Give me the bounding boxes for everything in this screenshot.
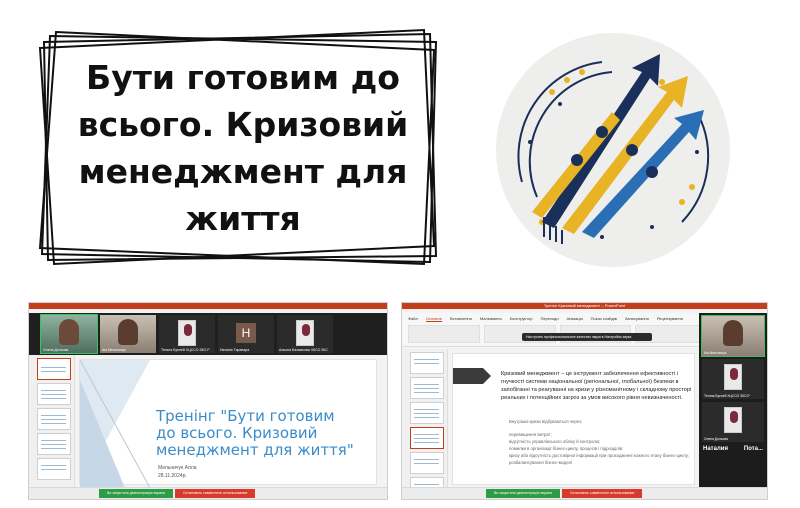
participant-name: Ala Мельничук	[704, 351, 727, 355]
tab-insert[interactable]: Вставлення	[450, 316, 472, 322]
app-title-bar: Тренінг Кризовий менеджмент – PowerPoint	[402, 303, 767, 309]
participant-name[interactable]: Пота...	[744, 446, 763, 452]
slide-date: 28.11.2024р.	[158, 473, 187, 479]
slide-thumbnail[interactable]	[410, 352, 444, 374]
participant-name: Олена Дольова	[43, 348, 69, 352]
growth-arrows-logo	[496, 33, 730, 267]
slide-canvas[interactable]: Тренінг "Бути готовим до всього. Кризови…	[79, 359, 377, 488]
share-controls: Ви запустили демонстрацію екрана Останов…	[99, 489, 256, 498]
slide-heading: Кризовий менеджмент – це інструмент забе…	[501, 371, 692, 401]
share-status: Ви запустили демонстрацію екрана	[486, 489, 560, 498]
slide-title: Тренінг "Бути готовим до всього. Кризови…	[156, 407, 354, 459]
participant-name: Ala Мельничук	[102, 348, 126, 352]
stop-share-button[interactable]: Остановить совместное использование	[174, 489, 256, 498]
slide-thumbnail[interactable]	[410, 402, 444, 424]
screenshot-powerpoint: Тренінг Кризовий менеджмент – PowerPoint…	[401, 302, 768, 500]
tab-design[interactable]: Конструктор	[510, 316, 533, 322]
body-item: відсутність управлінського обліку й конт…	[509, 439, 601, 444]
tab-review[interactable]: Рецензування	[657, 316, 683, 322]
participant-tile[interactable]: Тетяна Буєлей ХЦССО ЗКО.Р	[702, 359, 764, 399]
status-bar: Ви запустили демонстрацію екрана Останов…	[29, 487, 387, 499]
slide-decoration	[453, 368, 491, 384]
participants-panel: Ala Мельничук Тетяна Буєлей ХЦССО ЗКО.Р …	[699, 313, 767, 487]
window-title: Тренінг Кризовий менеджмент – PowerPoint	[543, 303, 626, 308]
tab-record[interactable]: Записування	[625, 316, 649, 322]
participant-tile[interactable]: Ala Мельничук	[100, 315, 156, 353]
participant-tile[interactable]: Ala Мельничук	[701, 315, 765, 357]
status-bar: Ви запустили демонстрацію екрана Останов…	[402, 487, 767, 499]
slide-thumbnails	[402, 349, 448, 499]
participant-name: Олена Дольова	[704, 437, 728, 441]
participant-name: Тетяна Буєлей ХЦССО ЗКО.Р	[161, 348, 210, 352]
participant-tile[interactable]: Олена Дольова	[702, 402, 764, 442]
tab-animations[interactable]: Анімація	[567, 316, 583, 322]
slide-thumbnail[interactable]	[410, 427, 444, 449]
body-item: перевищення витрат;	[509, 432, 552, 437]
tab-file[interactable]: Файл	[408, 316, 418, 322]
body-item: помилки в організації бізнес-циклу, проц…	[509, 446, 624, 451]
slide-thumbnail[interactable]	[37, 383, 71, 405]
participant-face	[723, 320, 743, 346]
participant-face	[118, 319, 138, 345]
page: Бути готовим до всього. Кризовий менеджм…	[0, 0, 800, 508]
participant-name: Тетяна Буєлей ХЦССО ЗКО.Р	[704, 394, 750, 398]
share-status: Ви запустили демонстрацію екрана	[99, 489, 173, 498]
audio-notice[interactable]: Настроить профессиональное качество звук…	[522, 333, 652, 341]
participant-photo	[724, 407, 742, 433]
participant-tile[interactable]: Тетяна Буєлей ХЦССО ЗКО.Р	[159, 315, 215, 353]
slide-body: Внутрішні кризи відбуваються через: пере…	[509, 418, 699, 466]
participant-tile[interactable]: Н Наталія Тарапара	[218, 315, 274, 353]
tab-draw[interactable]: Малювання	[480, 316, 502, 322]
stop-share-button[interactable]: Остановить совместное использование	[561, 489, 643, 498]
screenshot-zoom-slide: Олена Дольова Ala Мельничук Тетяна Буєле…	[28, 302, 388, 500]
participant-name: Альона Бахмасова ХКСО ЗКС	[279, 348, 328, 352]
participant-names-row: Наталия Пота...	[699, 442, 767, 452]
page-title: Бути готовим до всього. Кризовий менеджм…	[77, 58, 409, 238]
app-title-bar	[29, 303, 387, 309]
slide-thumbnail[interactable]	[37, 433, 71, 455]
participants-strip: Олена Дольова Ala Мельничук Тетяна Буєле…	[29, 313, 387, 355]
participant-name[interactable]: Наталия	[703, 446, 728, 452]
participant-photo	[178, 320, 196, 346]
slide-thumbnail[interactable]	[410, 377, 444, 399]
tab-transitions[interactable]: Переходи	[540, 316, 558, 322]
share-controls: Ви запустили демонстрацію екрана Останов…	[486, 489, 643, 498]
title-box: Бути готовим до всього. Кризовий менеджм…	[38, 28, 440, 266]
slide-canvas[interactable]: Кризовий менеджмент – це інструмент забе…	[452, 353, 695, 485]
participant-tile[interactable]: Олена Дольова	[40, 314, 98, 354]
participant-photo	[724, 364, 742, 390]
participant-face	[59, 319, 79, 345]
participant-name: Наталія Тарапара	[220, 348, 250, 352]
body-item: розбалансування бізнес-моделі	[509, 460, 573, 465]
slide-thumbnail[interactable]	[37, 458, 71, 480]
avatar: Н	[236, 323, 256, 343]
tab-home[interactable]: Основне	[425, 316, 442, 322]
slide-thumbnail[interactable]	[410, 452, 444, 474]
body-intro: Внутрішні кризи відбуваються через:	[509, 419, 583, 424]
tab-slideshow[interactable]: Показ слайдів	[591, 316, 617, 322]
ribbon-group	[408, 325, 480, 343]
participant-photo	[296, 320, 314, 346]
slide-author: Мельничук Алла	[158, 465, 197, 471]
slide-thumbnails	[29, 355, 75, 487]
slide-thumbnail[interactable]	[37, 358, 71, 380]
slide-thumbnail[interactable]	[37, 408, 71, 430]
participant-tile[interactable]: Альона Бахмасова ХКСО ЗКС	[277, 315, 333, 353]
body-item: кризу або відсутність достовірної інформ…	[509, 453, 690, 458]
